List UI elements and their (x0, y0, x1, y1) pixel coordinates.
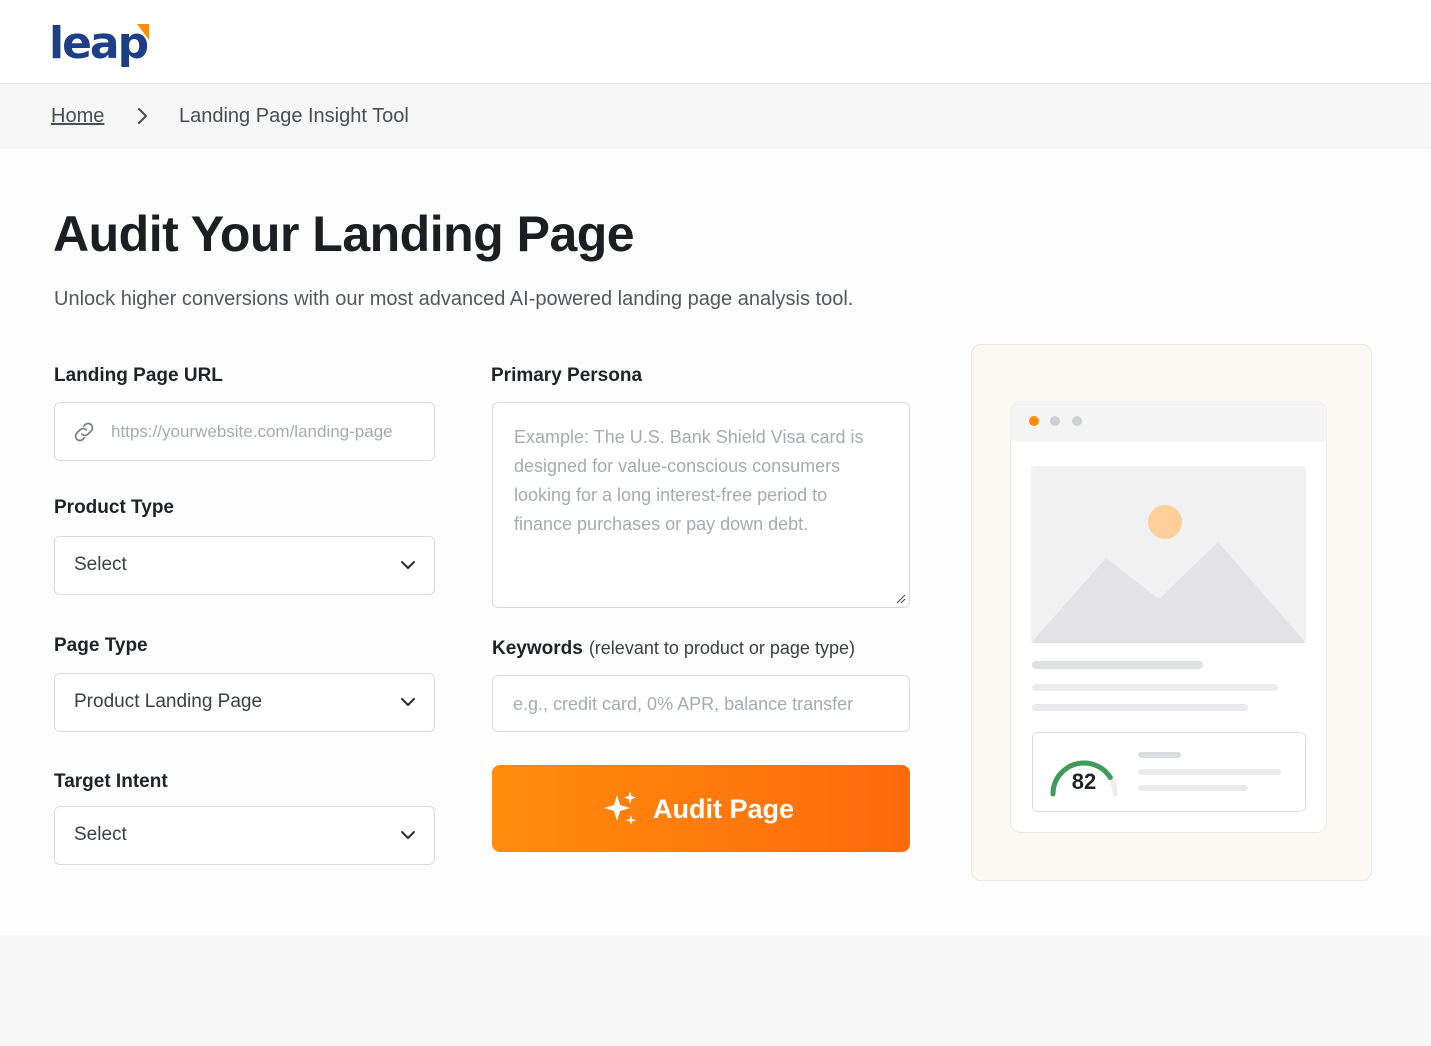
page-type-select[interactable]: Product Landing Page (54, 673, 435, 732)
keywords-label-text: Keywords (492, 638, 583, 659)
keywords-input[interactable] (513, 694, 893, 715)
page-title: Audit Your Landing Page (53, 206, 635, 262)
main-content: Audit Your Landing Page Unlock higher co… (0, 149, 1431, 935)
persona-textarea[interactable] (514, 423, 884, 583)
target-intent-label: Target Intent (54, 771, 168, 792)
audit-page-button[interactable]: Audit Page (492, 765, 910, 852)
product-type-label: Product Type (54, 497, 174, 518)
resize-grip-icon[interactable] (894, 592, 906, 604)
logo-text: leap (49, 18, 149, 69)
product-type-select[interactable]: Select (54, 536, 435, 595)
illustration-panel: 82 (971, 344, 1372, 881)
chevron-down-icon (401, 698, 415, 706)
sparkle-icon (604, 791, 636, 825)
target-intent-select[interactable]: Select (54, 806, 435, 865)
footer-band (0, 935, 1431, 1046)
chevron-down-icon (401, 561, 415, 569)
page-type-value: Product Landing Page (74, 691, 263, 712)
persona-label: Primary Persona (491, 365, 643, 386)
keywords-hint: (relevant to product or page type) (588, 638, 855, 658)
url-field (54, 402, 435, 461)
product-type-value: Select (74, 554, 127, 575)
url-label: Landing Page URL (54, 365, 223, 386)
persona-field (492, 402, 910, 608)
url-input[interactable] (111, 422, 421, 442)
target-intent-value: Select (74, 824, 127, 845)
chevron-down-icon (401, 831, 415, 839)
breadcrumb: Home Landing Page Insight Tool (0, 85, 1431, 149)
link-icon (74, 422, 94, 442)
chevron-right-icon (138, 108, 147, 124)
breadcrumb-current: Landing Page Insight Tool (179, 105, 409, 127)
keywords-label: Keywords (relevant to product or page typ… (492, 638, 855, 660)
top-bar: leap (0, 0, 1431, 84)
audit-page-label: Audit Page (653, 794, 795, 824)
page-subtitle: Unlock higher conversions with our most … (54, 288, 854, 310)
leap-logo[interactable]: leap (49, 18, 159, 70)
breadcrumb-home-link[interactable]: Home (51, 105, 104, 128)
page-type-label: Page Type (54, 635, 148, 656)
keywords-field (492, 675, 910, 732)
logo-accent-icon (137, 24, 149, 40)
browser-mockup-illustration: 82 (1010, 401, 1327, 833)
score-value: 82 (1072, 769, 1096, 794)
